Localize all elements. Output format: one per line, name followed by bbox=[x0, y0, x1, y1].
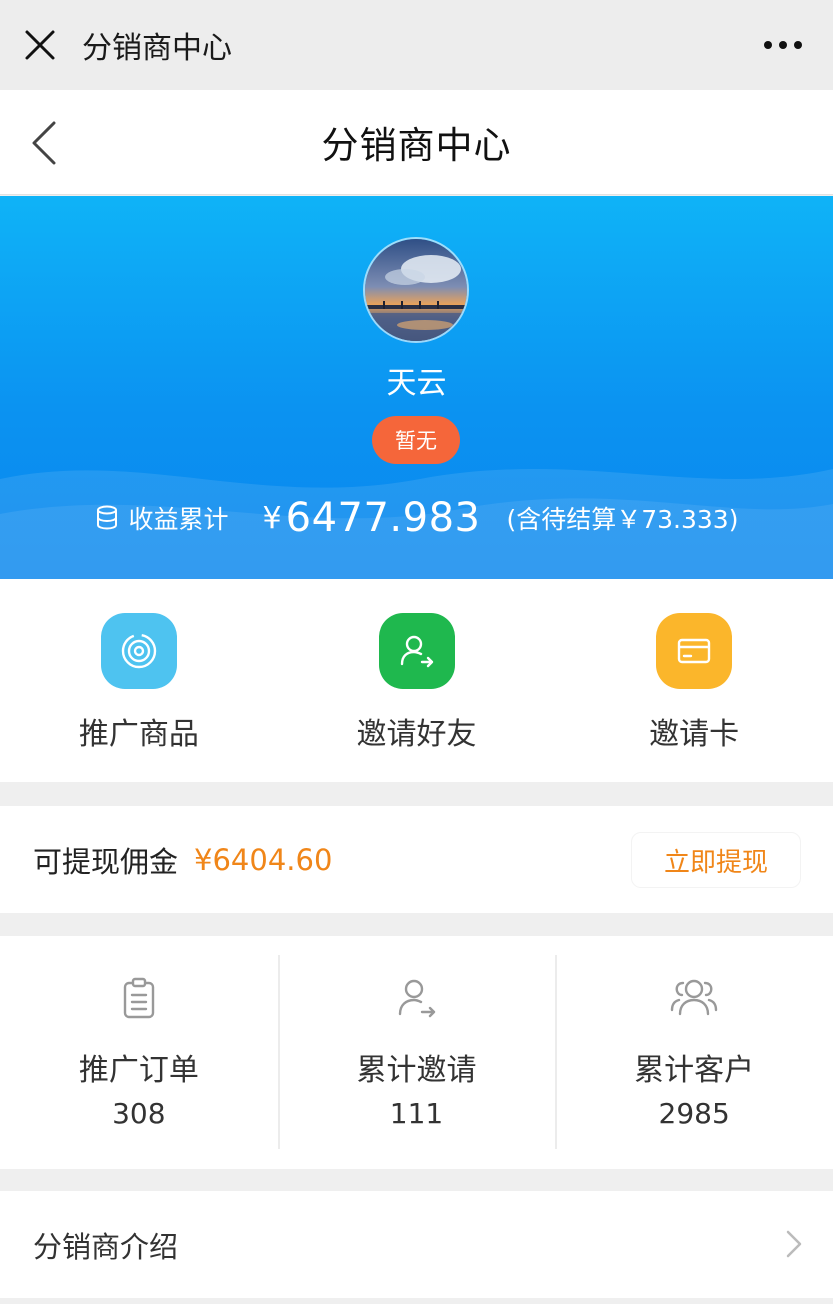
action-invite-card[interactable]: 邀请卡 bbox=[555, 579, 833, 782]
stat-label: 推广订单 bbox=[78, 1053, 199, 1088]
user-arrow-icon bbox=[395, 973, 439, 1023]
intro-label: 分销商介绍 bbox=[33, 1229, 179, 1264]
earnings-summary: 收益累计 ¥ 6477.983 (含待结算￥73.333) bbox=[0, 488, 833, 548]
stat-promotion-orders[interactable]: 推广订单 308 bbox=[0, 936, 278, 1169]
avatar[interactable] bbox=[363, 237, 469, 343]
page-header: 分销商中心 bbox=[0, 90, 833, 195]
stats-panel: 推广订单 308 累计邀请 111 累计客户 2985 bbox=[0, 936, 833, 1169]
action-label: 邀请卡 bbox=[649, 717, 740, 752]
chevron-right-icon bbox=[786, 1230, 802, 1258]
earnings-pending: (含待结算￥73.333) bbox=[506, 505, 739, 534]
action-promote-products[interactable]: 推广商品 bbox=[0, 579, 278, 782]
wechat-title-bar: 分销商中心 bbox=[0, 0, 833, 90]
wechat-title: 分销商中心 bbox=[82, 31, 232, 66]
withdraw-button[interactable]: 立即提现 bbox=[631, 832, 801, 888]
target-icon bbox=[121, 633, 157, 669]
commission-amount: ¥6404.60 bbox=[194, 842, 333, 877]
avatar-image bbox=[365, 239, 467, 341]
stat-value: 308 bbox=[112, 1097, 166, 1130]
card-icon bbox=[677, 638, 711, 664]
commission-label: 可提现佣金 bbox=[33, 844, 179, 879]
quick-actions: 推广商品 邀请好友 邀请卡 bbox=[0, 579, 833, 782]
earnings-total: 6477.983 bbox=[285, 495, 481, 541]
back-button[interactable] bbox=[28, 118, 68, 168]
action-invite-friends[interactable]: 邀请好友 bbox=[278, 579, 556, 782]
stat-value: 2985 bbox=[658, 1097, 730, 1130]
more-icon bbox=[764, 41, 802, 49]
level-badge: 暂无 bbox=[372, 416, 460, 464]
stat-total-customers[interactable]: 累计客户 2985 bbox=[555, 936, 833, 1169]
chevron-left-icon bbox=[32, 121, 56, 165]
stat-value: 111 bbox=[389, 1097, 444, 1130]
close-icon bbox=[25, 30, 55, 60]
action-label: 邀请好友 bbox=[356, 717, 477, 752]
user-name: 天云 bbox=[386, 366, 447, 401]
page-title: 分销商中心 bbox=[321, 124, 512, 167]
stat-label: 累计客户 bbox=[634, 1053, 755, 1088]
earnings-label: 收益累计 bbox=[128, 505, 229, 534]
withdrawable-commission: 可提现佣金 ¥6404.60 立即提现 bbox=[0, 806, 833, 913]
stat-label: 累计邀请 bbox=[356, 1053, 477, 1088]
action-icon-bg bbox=[656, 613, 733, 689]
clipboard-icon bbox=[119, 973, 159, 1023]
users-icon bbox=[669, 973, 719, 1023]
action-icon-bg bbox=[378, 613, 455, 689]
earnings-currency: ¥ bbox=[262, 500, 282, 536]
stat-total-invites[interactable]: 累计邀请 111 bbox=[277, 936, 556, 1169]
action-icon-bg bbox=[100, 613, 177, 689]
invite-friend-icon bbox=[400, 635, 433, 668]
distributor-intro-row[interactable]: 分销商介绍 bbox=[0, 1191, 833, 1298]
profile-hero: 天云 暂无 收益累计 ¥ 6477.983 (含待结算￥73.333) bbox=[0, 196, 833, 579]
more-button[interactable] bbox=[763, 0, 803, 90]
close-button[interactable] bbox=[0, 0, 80, 90]
database-icon bbox=[95, 505, 119, 531]
action-label: 推广商品 bbox=[78, 717, 199, 752]
